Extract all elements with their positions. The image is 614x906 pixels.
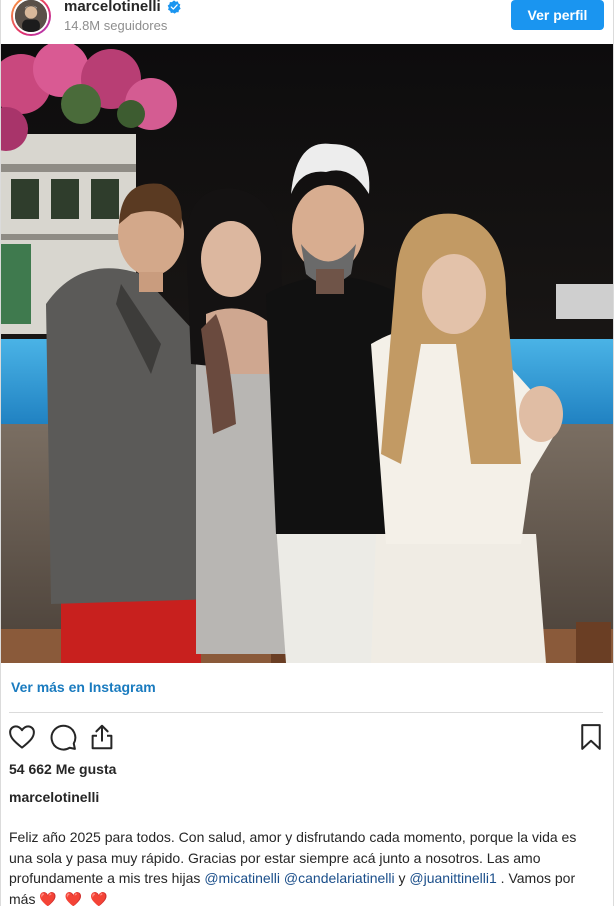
bookmark-icon: [581, 724, 601, 750]
save-button[interactable]: [576, 722, 606, 752]
share-icon: [91, 724, 113, 750]
username-link[interactable]: marcelotinelli: [64, 0, 161, 15]
verified-badge-icon: [167, 0, 181, 14]
comment-button[interactable]: [48, 722, 78, 752]
heart-icon: [9, 725, 35, 749]
follower-count: 14.8M seguidores: [64, 18, 168, 33]
view-more-link[interactable]: Ver más en Instagram: [11, 679, 156, 695]
caption-text: y: [394, 870, 410, 886]
avatar[interactable]: [11, 0, 51, 36]
like-count: 54 662 Me gusta: [9, 761, 117, 777]
mention-link[interactable]: @juanittinelli1: [409, 870, 496, 886]
like-button[interactable]: [7, 722, 37, 752]
view-profile-button[interactable]: Ver perfil: [511, 0, 604, 30]
divider: [9, 712, 603, 713]
heart-emojis: ❤️ ❤️ ❤️: [39, 890, 110, 906]
comment-icon: [50, 724, 77, 751]
mention-link[interactable]: @micatinelli: [204, 870, 280, 886]
mention-link[interactable]: @candelariatinelli: [284, 870, 395, 886]
post-photo[interactable]: [1, 44, 613, 663]
instagram-embed: marcelotinelli 14.8M seguidores Ver perf…: [0, 0, 614, 906]
post-caption: Feliz año 2025 para todos. Con salud, am…: [9, 827, 603, 906]
post-header: marcelotinelli 14.8M seguidores Ver perf…: [1, 0, 613, 44]
caption-username-link[interactable]: marcelotinelli: [9, 789, 99, 805]
share-button[interactable]: [87, 722, 117, 752]
post-photo-illustration: [1, 44, 613, 663]
avatar-image: [15, 0, 47, 32]
